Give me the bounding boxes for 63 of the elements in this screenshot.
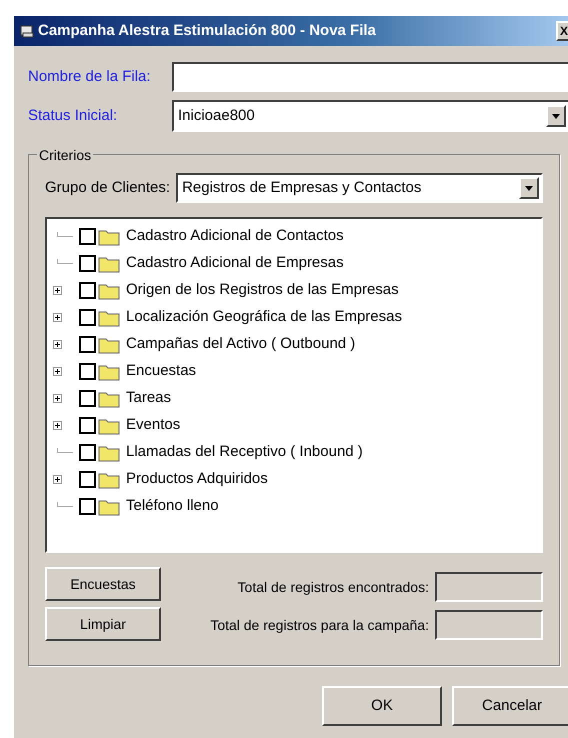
action-button[interactable]: Limpiar: [45, 607, 161, 641]
name-input[interactable]: [172, 62, 568, 92]
action-button[interactable]: Encuestas: [45, 567, 161, 601]
total-field[interactable]: [435, 572, 543, 602]
folder-icon: [98, 254, 120, 272]
expand-icon[interactable]: [53, 313, 62, 322]
app-icon: [20, 24, 34, 38]
checkbox[interactable]: [79, 444, 96, 461]
folder-icon: [98, 416, 120, 434]
folder-icon: [98, 498, 120, 516]
dropdown-value: Inicioae800: [178, 106, 255, 126]
dropdown-value: Registros de Empresas y Contactos: [182, 178, 422, 198]
folder-icon: [98, 390, 120, 408]
expand-icon[interactable]: [53, 421, 62, 430]
tree-item-label[interactable]: Encuestas: [126, 360, 196, 383]
tree-item-label[interactable]: Campañas del Activo ( Outbound ): [126, 333, 356, 356]
field-label: Nombre de la Fila:: [28, 66, 152, 87]
folder-icon: [98, 308, 120, 326]
status-dropdown[interactable]: Inicioae800: [172, 100, 568, 132]
expand-icon[interactable]: [53, 286, 62, 295]
checkbox[interactable]: [79, 336, 96, 353]
tree-item-label[interactable]: Cadastro Adicional de Empresas: [126, 252, 344, 275]
checkbox[interactable]: [79, 309, 96, 326]
field-label: Status Inicial:: [28, 106, 118, 126]
expand-icon[interactable]: [53, 394, 62, 403]
folder-icon: [98, 228, 120, 246]
tree-item-label[interactable]: Origen de los Registros de las Empresas: [126, 279, 399, 302]
folder-icon: [98, 362, 120, 380]
dialog-button[interactable]: Cancelar: [452, 686, 568, 726]
tree-item-label[interactable]: Productos Adquiridos: [126, 468, 268, 491]
tree-item-label[interactable]: Teléfono lleno: [126, 495, 219, 518]
dialog-button[interactable]: OK: [322, 686, 442, 726]
field-label: Grupo de Clientes:: [45, 178, 170, 198]
expand-icon[interactable]: [53, 475, 62, 484]
tree-item-label[interactable]: Tareas: [126, 387, 172, 410]
dropdown-arrow-button[interactable]: [546, 105, 566, 127]
caret-down-icon: [525, 186, 533, 190]
checkbox[interactable]: [79, 282, 96, 299]
tree-item-label[interactable]: Cadastro Adicional de Contactos: [126, 225, 344, 248]
window-title: Campanha Alestra Estimulación 800 - Nova Fila: [38, 20, 377, 41]
total-label: Total de registros encontrados:: [238, 578, 429, 597]
tree-item-label[interactable]: Llamadas del Receptivo ( Inbound ): [126, 441, 363, 464]
checkbox[interactable]: [79, 363, 96, 380]
total-field[interactable]: [435, 610, 543, 640]
close-button[interactable]: X: [556, 21, 568, 41]
checkbox[interactable]: [79, 255, 96, 272]
total-label: Total de registros para la campaña:: [210, 616, 429, 635]
expand-icon[interactable]: [53, 367, 62, 376]
checkbox[interactable]: [79, 471, 96, 488]
expand-icon[interactable]: [53, 340, 62, 349]
checkbox[interactable]: [79, 417, 96, 434]
checkbox[interactable]: [79, 390, 96, 407]
client-group-dropdown[interactable]: Registros de Empresas y Contactos: [176, 173, 543, 203]
dropdown-arrow-button[interactable]: [519, 177, 539, 199]
folder-icon: [98, 444, 120, 462]
tree-item-label[interactable]: Localización Geográfica de las Empresas: [126, 306, 402, 329]
folder-icon: [98, 336, 120, 354]
tree-item-label[interactable]: Eventos: [126, 414, 180, 437]
folder-icon: [98, 282, 120, 300]
checkbox[interactable]: [79, 228, 96, 245]
caret-down-icon: [552, 114, 560, 118]
folder-icon: [98, 470, 120, 488]
checkbox[interactable]: [79, 498, 96, 515]
